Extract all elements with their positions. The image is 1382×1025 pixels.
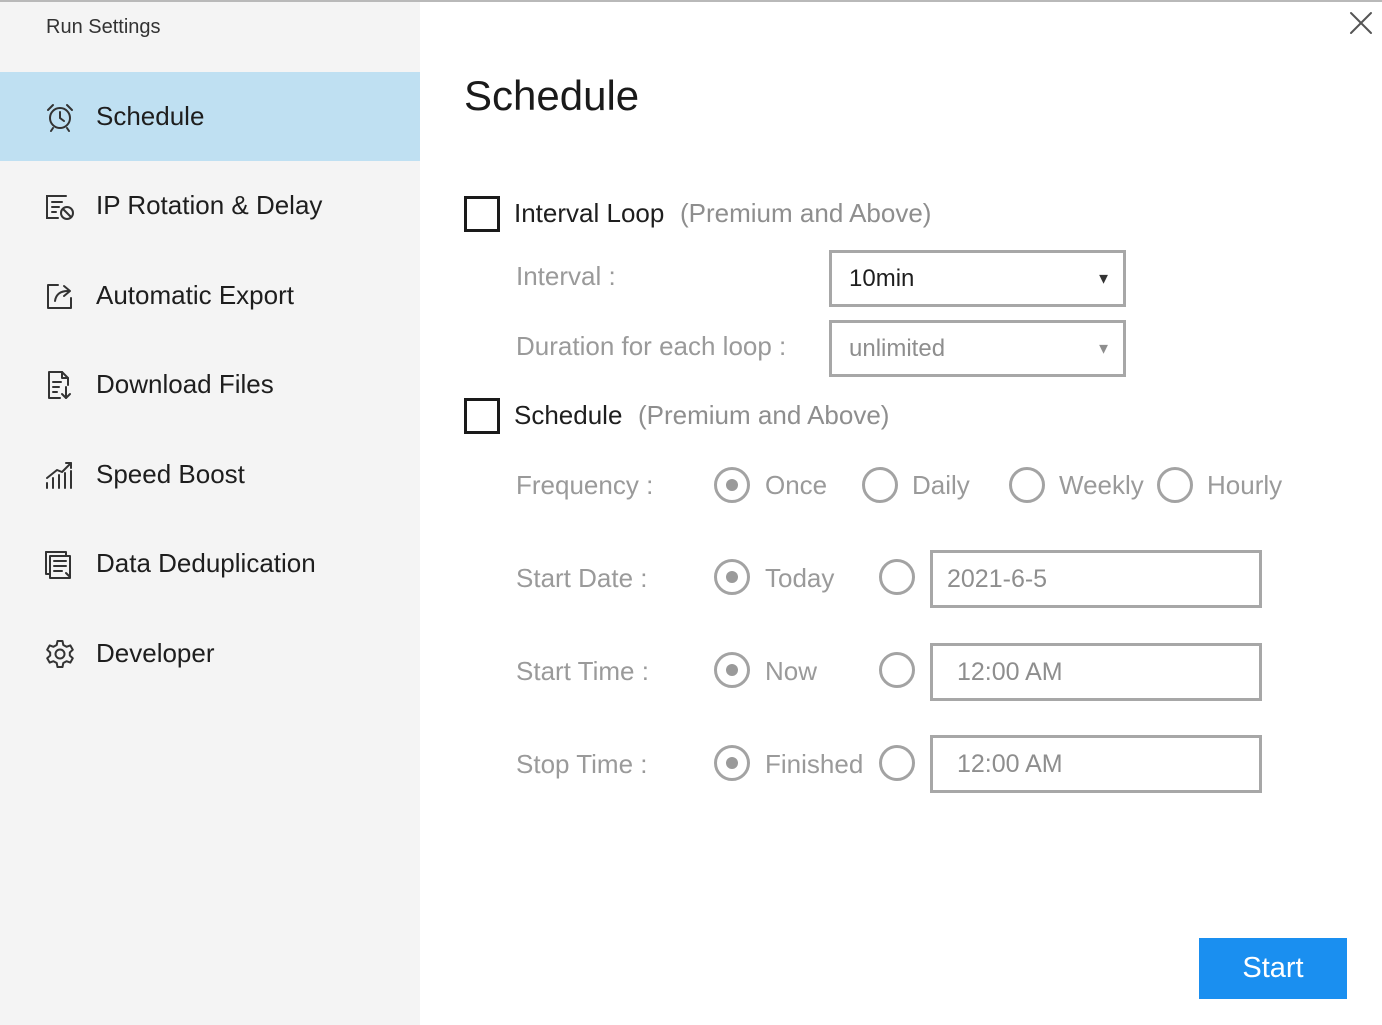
sidebar-item-speed-boost[interactable]: Speed Boost [0,430,420,519]
schedule-premium-note: (Premium and Above) [638,400,890,430]
start-date-today-radio[interactable] [714,559,750,595]
duration-select-value: unlimited [849,334,946,362]
close-icon [1350,12,1372,34]
frequency-hourly-label: Hourly [1207,470,1283,500]
interval-loop-label: Interval Loop [514,198,665,228]
sidebar-item-label: Speed Boost [96,459,245,489]
start-button[interactable]: Start [1199,938,1347,999]
list-clock-icon [44,190,76,222]
frequency-weekly-radio[interactable] [1009,467,1045,503]
start-time-now-radio[interactable] [714,652,750,688]
frequency-once-radio[interactable] [714,467,750,503]
stop-time-finished-label: Finished [765,749,864,779]
settings-sidebar: Run Settings Schedule IP Rotation & Dela… [0,2,420,1025]
stop-time-input[interactable] [930,735,1262,793]
interval-loop-checkbox[interactable] [464,196,500,232]
frequency-label: Frequency : [516,470,654,500]
close-button[interactable] [1348,10,1374,36]
sidebar-item-developer[interactable]: Developer [0,609,420,698]
sidebar-item-label: Schedule [96,101,205,131]
start-date-custom-radio[interactable] [879,559,915,595]
frequency-daily-radio[interactable] [862,467,898,503]
export-icon [44,280,76,312]
duration-label: Duration for each loop : [516,331,787,361]
stop-time-custom-radio[interactable] [879,745,915,781]
speed-chart-icon [44,459,76,491]
stop-time-finished-radio[interactable] [714,745,750,781]
interval-select-value: 10min [849,264,915,292]
stacked-documents-icon [44,548,76,580]
frequency-weekly-label: Weekly [1059,470,1144,500]
dialog-title: Run Settings [46,16,161,38]
frequency-once-label: Once [765,470,828,500]
start-time-now-label: Now [765,656,818,686]
sidebar-item-label: Automatic Export [96,280,294,310]
sidebar-item-label: Download Files [96,369,274,399]
start-time-custom-radio[interactable] [879,652,915,688]
schedule-checkbox[interactable] [464,398,500,434]
start-time-input[interactable] [930,643,1262,701]
gear-icon [44,638,76,670]
start-date-today-label: Today [765,563,835,593]
start-date-label: Start Date : [516,563,648,593]
interval-select[interactable]: 10min ▼ [829,250,1126,307]
sidebar-item-schedule[interactable]: Schedule [0,72,420,161]
download-file-icon [44,369,76,401]
dropdown-arrow-icon: ▼ [1096,270,1111,287]
stop-time-label: Stop Time : [516,749,648,779]
dropdown-arrow-icon: ▼ [1096,340,1111,357]
sidebar-item-label: Data Deduplication [96,548,316,578]
start-time-label: Start Time : [516,656,649,686]
sidebar-item-label: IP Rotation & Delay [96,190,323,220]
schedule-label: Schedule [514,400,623,430]
sidebar-item-download-files[interactable]: Download Files [0,340,420,429]
sidebar-item-data-deduplication[interactable]: Data Deduplication [0,519,420,608]
alarm-clock-icon [44,101,76,133]
start-date-input[interactable] [930,550,1262,608]
interval-label: Interval : [516,261,616,291]
interval-loop-premium-note: (Premium and Above) [680,198,932,228]
duration-select[interactable]: unlimited ▼ [829,320,1126,377]
frequency-daily-label: Daily [912,470,970,500]
frequency-hourly-radio[interactable] [1157,467,1193,503]
page-title: Schedule [464,72,640,119]
sidebar-item-ip-rotation[interactable]: IP Rotation & Delay [0,161,420,250]
sidebar-item-label: Developer [96,638,215,668]
sidebar-item-automatic-export[interactable]: Automatic Export [0,251,420,340]
